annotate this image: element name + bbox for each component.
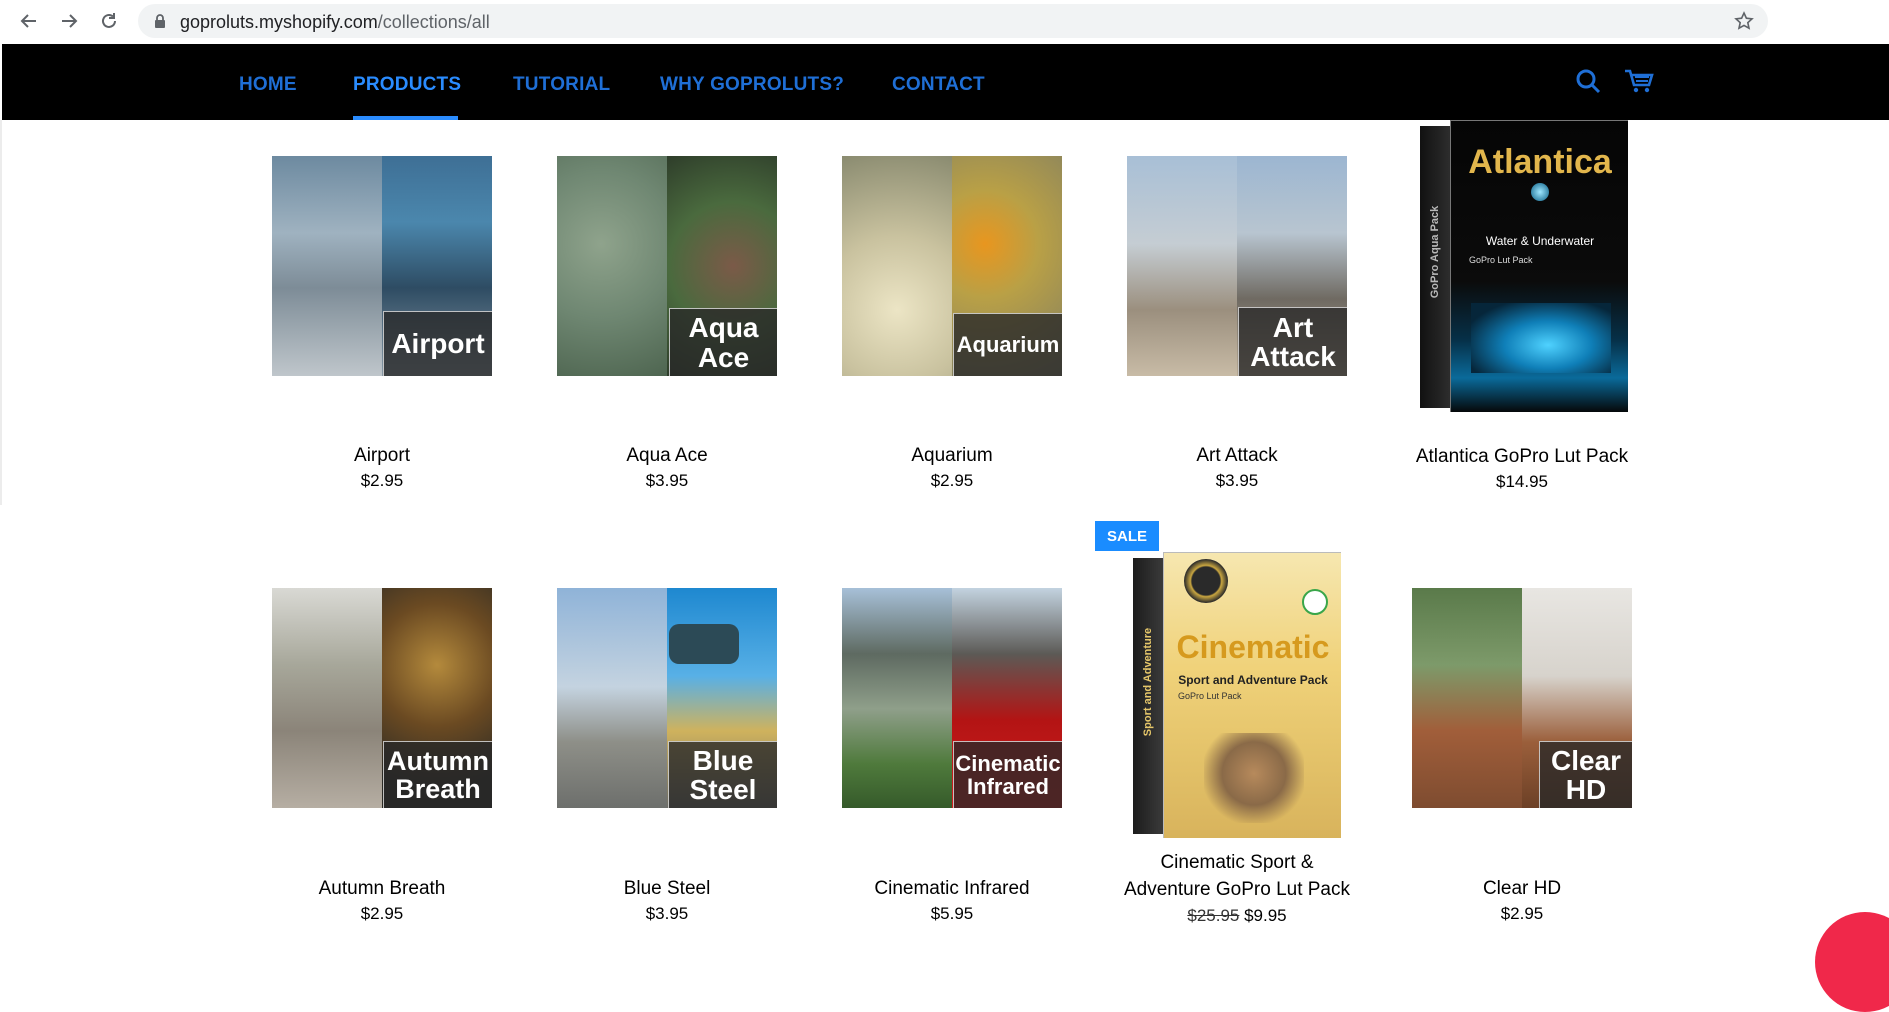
- product-image[interactable]: Autumn Breath: [272, 588, 492, 808]
- product-name[interactable]: Aquarium: [832, 445, 1072, 467]
- product-price: $25.95 $9.95: [1112, 906, 1362, 926]
- nav-products[interactable]: PRODUCTS: [353, 74, 461, 96]
- product-name[interactable]: Clear HD: [1402, 878, 1642, 900]
- product-price: $2.95: [360, 471, 404, 490]
- nav-home[interactable]: HOME: [239, 74, 297, 96]
- product-card[interactable]: Clear HD Clear HD $2.95: [1402, 588, 1642, 928]
- product-image-overlay: Art Attack: [1238, 307, 1347, 376]
- product-image-overlay: Clear HD: [1539, 741, 1632, 808]
- product-image[interactable]: Aquarium: [842, 156, 1062, 376]
- url-text: goproluts.myshopify.com/collections/all: [180, 12, 490, 32]
- product-price: $5.95: [930, 904, 974, 923]
- page-edge-rule: [0, 120, 2, 505]
- product-card[interactable]: Airport Airport $2.95: [262, 156, 502, 496]
- product-card[interactable]: Autumn Breath Autumn Breath $2.95: [262, 588, 502, 928]
- product-image-overlay: Autumn Breath: [383, 741, 492, 808]
- product-card[interactable]: GoPro Aqua Pack Atlantica Water & Underw…: [1402, 120, 1642, 500]
- splash-graphic: [1471, 303, 1611, 373]
- product-image-overlay: Aquarium: [953, 313, 1062, 376]
- product-name-line1[interactable]: Cinematic Sport &: [1112, 852, 1362, 874]
- bookmark-star-icon[interactable]: [1734, 11, 1754, 36]
- athlete-graphic: [1204, 733, 1304, 823]
- product-price: $3.95: [645, 904, 689, 923]
- product-price: $2.95: [360, 904, 404, 923]
- rc-truck-graphic: [669, 624, 739, 664]
- product-price: $2.95: [1500, 904, 1544, 923]
- product-price: $14.95: [1496, 472, 1548, 491]
- product-name[interactable]: Art Attack: [1117, 445, 1357, 467]
- product-image-overlay: Blue Steel: [668, 741, 777, 808]
- product-image[interactable]: Art Attack: [1127, 156, 1347, 376]
- product-image[interactable]: Aqua Ace: [557, 156, 777, 376]
- reload-icon[interactable]: [96, 8, 122, 34]
- sale-badge: SALE: [1095, 521, 1159, 551]
- product-name[interactable]: Autumn Breath: [262, 878, 502, 900]
- product-image[interactable]: Sport and Adventure Cinematic Sport and …: [1133, 552, 1341, 838]
- product-price: $3.95: [1215, 471, 1259, 490]
- product-image-overlay: Airport: [383, 311, 492, 376]
- product-card[interactable]: Art Attack Art Attack $3.95: [1117, 156, 1357, 496]
- product-card[interactable]: Sport and Adventure Cinematic Sport and …: [1112, 552, 1362, 932]
- product-name[interactable]: Blue Steel: [547, 878, 787, 900]
- search-icon[interactable]: [1575, 68, 1601, 99]
- product-image[interactable]: GoPro Aqua Pack Atlantica Water & Underw…: [1420, 120, 1628, 412]
- nav-contact[interactable]: CONTACT: [892, 74, 985, 96]
- active-nav-indicator: [353, 116, 458, 120]
- logo-graphic: [1302, 589, 1328, 615]
- product-price: $2.95: [930, 471, 974, 490]
- product-name-line2[interactable]: Adventure GoPro Lut Pack: [1112, 879, 1362, 901]
- product-card[interactable]: Cinematic Infrared Cinematic Infrared $5…: [832, 588, 1072, 928]
- chat-widget-button[interactable]: [1815, 912, 1889, 1012]
- product-card[interactable]: Aqua Ace Aqua Ace $3.95: [547, 156, 787, 496]
- cart-icon[interactable]: [1623, 68, 1655, 99]
- product-name[interactable]: Aqua Ace: [547, 445, 787, 467]
- browser-toolbar: goproluts.myshopify.com/collections/all: [0, 0, 1889, 44]
- address-bar[interactable]: goproluts.myshopify.com/collections/all: [138, 4, 1768, 38]
- box-spine: GoPro Aqua Pack: [1420, 126, 1450, 408]
- product-image-overlay: Aqua Ace: [669, 308, 777, 376]
- nav-why-goproluts[interactable]: WHY GOPROLUTS?: [660, 74, 844, 96]
- box-spine: Sport and Adventure: [1133, 558, 1163, 834]
- product-name[interactable]: Airport: [262, 445, 502, 467]
- product-image[interactable]: Cinematic Infrared: [842, 588, 1062, 808]
- product-name[interactable]: Cinematic Infrared: [832, 878, 1072, 900]
- nav-tutorial[interactable]: TUTORIAL: [513, 74, 610, 96]
- product-image[interactable]: Blue Steel: [557, 588, 777, 808]
- product-image[interactable]: Clear HD: [1412, 588, 1632, 808]
- product-image[interactable]: Airport: [272, 156, 492, 376]
- product-card[interactable]: Aquarium Aquarium $2.95: [832, 156, 1072, 496]
- site-header: HOME PRODUCTS TUTORIAL WHY GOPROLUTS? CO…: [2, 44, 1889, 120]
- original-price: $25.95: [1187, 906, 1240, 925]
- sale-price: $9.95: [1244, 906, 1287, 925]
- product-image-overlay: Cinematic Infrared: [953, 741, 1062, 808]
- box-front: Cinematic Sport and Adventure Pack GoPro…: [1163, 552, 1341, 838]
- forward-icon[interactable]: [56, 8, 82, 34]
- product-name[interactable]: Atlantica GoPro Lut Pack: [1402, 446, 1642, 468]
- droplet-icon: [1531, 183, 1549, 201]
- product-price: $3.95: [645, 471, 689, 490]
- lock-icon: [154, 13, 166, 34]
- product-card[interactable]: Blue Steel Blue Steel $3.95: [547, 588, 787, 928]
- back-icon[interactable]: [16, 8, 42, 34]
- box-front: Atlantica Water & Underwater GoPro Lut P…: [1450, 120, 1628, 412]
- seal-badge-graphic: [1184, 559, 1228, 603]
